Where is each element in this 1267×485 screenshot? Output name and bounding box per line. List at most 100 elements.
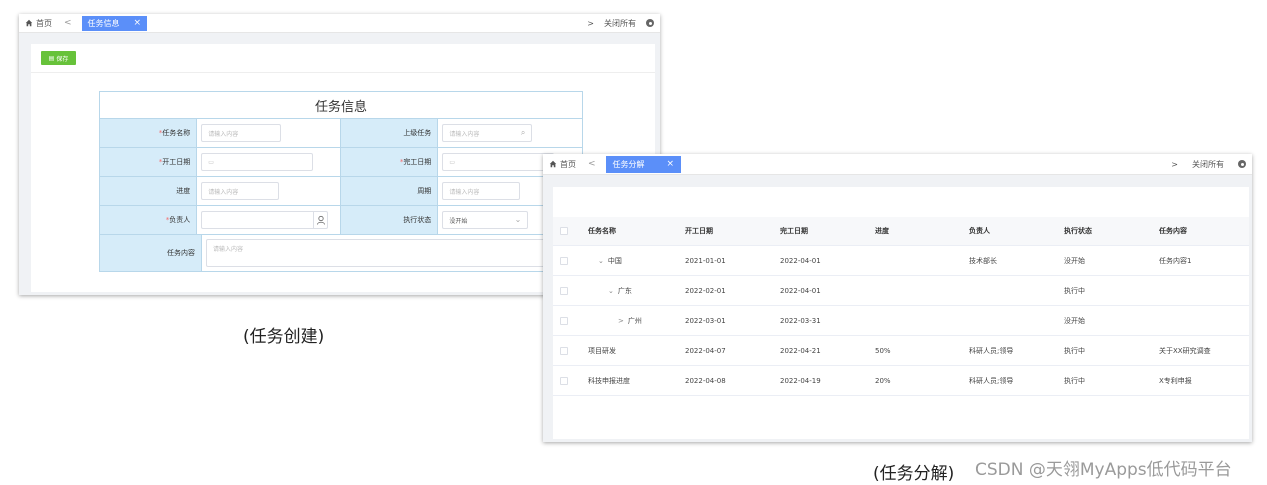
- field-label: * 完工日期: [341, 148, 439, 176]
- field-label: 执行状态: [341, 206, 439, 234]
- field-label: * 开工日期: [100, 148, 198, 176]
- tab-task-info[interactable]: 任务信息 ×: [81, 15, 148, 31]
- task-name: 项目研发: [588, 346, 616, 355]
- column-header[interactable]: 进度: [875, 226, 969, 236]
- owner-cell: 科研人员;领导: [969, 346, 1014, 355]
- task-name: 科技申报进度: [588, 376, 630, 385]
- start-date-cell: 2022-03-01: [685, 316, 726, 325]
- home-tab[interactable]: 首页: [543, 154, 582, 174]
- tab-label: 任务分解: [612, 159, 645, 169]
- tab-scroll-left[interactable]: <: [582, 159, 602, 169]
- start-date-picker[interactable]: ▭: [201, 153, 314, 171]
- content-cell: 任务内容1: [1159, 256, 1192, 265]
- table-header: 任务名称 开工日期 完工日期 进度 负责人 执行状态 任务内容: [553, 217, 1249, 246]
- row-checkbox[interactable]: [560, 316, 568, 325]
- field-label: 周期: [341, 177, 439, 205]
- close-icon[interactable]: ×: [667, 159, 675, 169]
- column-header[interactable]: 开工日期: [685, 226, 780, 236]
- save-icon: ▤: [48, 54, 55, 62]
- owner-cell: 技术部长: [969, 256, 997, 265]
- end-date-cell: 2022-04-01: [780, 256, 821, 265]
- start-date-cell: 2021-01-01: [685, 256, 726, 265]
- status-cell: 执行中: [1064, 286, 1085, 295]
- form-title: 任务信息: [100, 92, 582, 119]
- task-name-input[interactable]: 请输入内容: [201, 124, 282, 142]
- owner-input[interactable]: [201, 211, 329, 229]
- close-all-button[interactable]: 关闭所有: [604, 18, 636, 29]
- divider: [31, 72, 655, 73]
- calendar-icon: ▭: [449, 158, 455, 166]
- chevron-down-icon[interactable]: ⌄: [598, 257, 604, 265]
- row-checkbox[interactable]: [560, 376, 568, 385]
- tab-scroll-right[interactable]: >: [1171, 160, 1178, 169]
- select-all-checkbox[interactable]: [560, 227, 568, 235]
- form-row: * 开工日期 ▭ * 完工日期 ▭: [100, 148, 582, 177]
- end-date-cell: 2022-04-01: [780, 286, 821, 295]
- content-cell: 关于XX研究调查: [1159, 346, 1211, 355]
- row-checkbox[interactable]: [560, 286, 568, 295]
- home-tab[interactable]: 首页: [19, 14, 58, 32]
- gear-icon[interactable]: [646, 19, 654, 27]
- status-cell: 没开始: [1064, 316, 1085, 325]
- tab-task-breakdown[interactable]: 任务分解 ×: [605, 155, 682, 173]
- home-label: 首页: [36, 18, 52, 28]
- user-icon[interactable]: [313, 212, 327, 228]
- caption-task-breakdown: (任务分解): [873, 464, 955, 484]
- start-date-cell: 2022-04-08: [685, 376, 726, 385]
- period-input[interactable]: 请输入内容: [442, 182, 521, 200]
- tab-scroll-right[interactable]: >: [587, 19, 594, 28]
- home-label: 首页: [560, 159, 576, 169]
- progress-input[interactable]: 请输入内容: [201, 182, 280, 200]
- status-cell: 执行中: [1064, 376, 1085, 385]
- column-header[interactable]: 任务名称: [588, 226, 685, 236]
- task-tree-table: 任务名称 开工日期 完工日期 进度 负责人 执行状态 任务内容 ⌄ 中国 2021-…: [553, 217, 1249, 396]
- start-date-cell: 2022-04-07: [685, 346, 726, 355]
- caption-task-create: (任务创建): [243, 327, 325, 347]
- field-label: 进度: [100, 177, 198, 205]
- task-name: 广州: [627, 316, 642, 325]
- end-date-cell: 2022-03-31: [780, 316, 821, 325]
- status-select[interactable]: 没开始 ⌄: [442, 211, 529, 229]
- tab-bar: 首页 < 任务分解 × > 关闭所有: [543, 154, 1252, 175]
- column-header[interactable]: 完工日期: [780, 226, 875, 236]
- parent-task-input[interactable]: 请输入内容 ⌕: [442, 124, 533, 142]
- calendar-icon: ▭: [208, 158, 214, 166]
- tab-label: 任务信息: [87, 18, 120, 28]
- gear-icon[interactable]: [1238, 160, 1246, 168]
- chevron-right-icon[interactable]: >: [618, 317, 624, 325]
- task-content-textarea[interactable]: 请输入内容: [206, 239, 576, 267]
- save-button[interactable]: ▤ 保存: [41, 51, 76, 65]
- row-checkbox[interactable]: [560, 256, 568, 265]
- table-body: ⌄ 中国 2021-01-01 2022-04-01 技术部长 没开始 任务内容1 ⌄ 广东 20…: [553, 246, 1249, 396]
- column-header[interactable]: 任务内容: [1159, 226, 1249, 236]
- watermark: CSDN @天翎MyApps低代码平台: [975, 460, 1232, 480]
- end-date-picker[interactable]: ▭: [442, 153, 555, 171]
- close-all-button[interactable]: 关闭所有: [1192, 159, 1224, 170]
- status-cell: 没开始: [1064, 256, 1085, 265]
- task-info-form: 任务信息 * 任务名称 请输入内容 上级任务 请输入内容 ⌕ * 开工日期 ▭ * 完工…: [99, 91, 583, 272]
- end-date-cell: 2022-04-19: [780, 376, 821, 385]
- home-icon: [549, 160, 557, 168]
- column-header[interactable]: 执行状态: [1064, 226, 1159, 236]
- table-row[interactable]: ⌄ 广东 2022-02-01 2022-04-01 执行中: [553, 276, 1249, 306]
- column-header[interactable]: 负责人: [969, 226, 1064, 236]
- table-row[interactable]: 科技申报进度 2022-04-08 2022-04-19 20% 科研人员;领导 执行中 X…: [553, 366, 1249, 396]
- form-row: 任务内容 请输入内容: [100, 235, 582, 271]
- table-row[interactable]: ⌄ 中国 2021-01-01 2022-04-01 技术部长 没开始 任务内容1: [553, 246, 1249, 276]
- field-label: * 负责人: [100, 206, 198, 234]
- progress-cell: 50%: [875, 346, 891, 355]
- close-icon[interactable]: ×: [134, 18, 142, 28]
- tab-scroll-left[interactable]: <: [58, 18, 78, 28]
- search-icon[interactable]: ⌕: [521, 128, 525, 138]
- table-row[interactable]: 项目研发 2022-04-07 2022-04-21 50% 科研人员;领导 执行中 关于X…: [553, 336, 1249, 366]
- row-checkbox[interactable]: [560, 346, 568, 355]
- chevron-down-icon: ⌄: [514, 215, 522, 224]
- form-row: 进度 请输入内容 周期 请输入内容: [100, 177, 582, 206]
- table-row[interactable]: > 广州 2022-03-01 2022-03-31 没开始: [553, 306, 1249, 336]
- task-name: 中国: [607, 256, 622, 265]
- content-cell: X专利申报: [1159, 376, 1192, 385]
- status-cell: 执行中: [1064, 346, 1085, 355]
- end-date-cell: 2022-04-21: [780, 346, 821, 355]
- chevron-down-icon[interactable]: ⌄: [608, 287, 614, 295]
- field-label: 上级任务: [341, 119, 439, 147]
